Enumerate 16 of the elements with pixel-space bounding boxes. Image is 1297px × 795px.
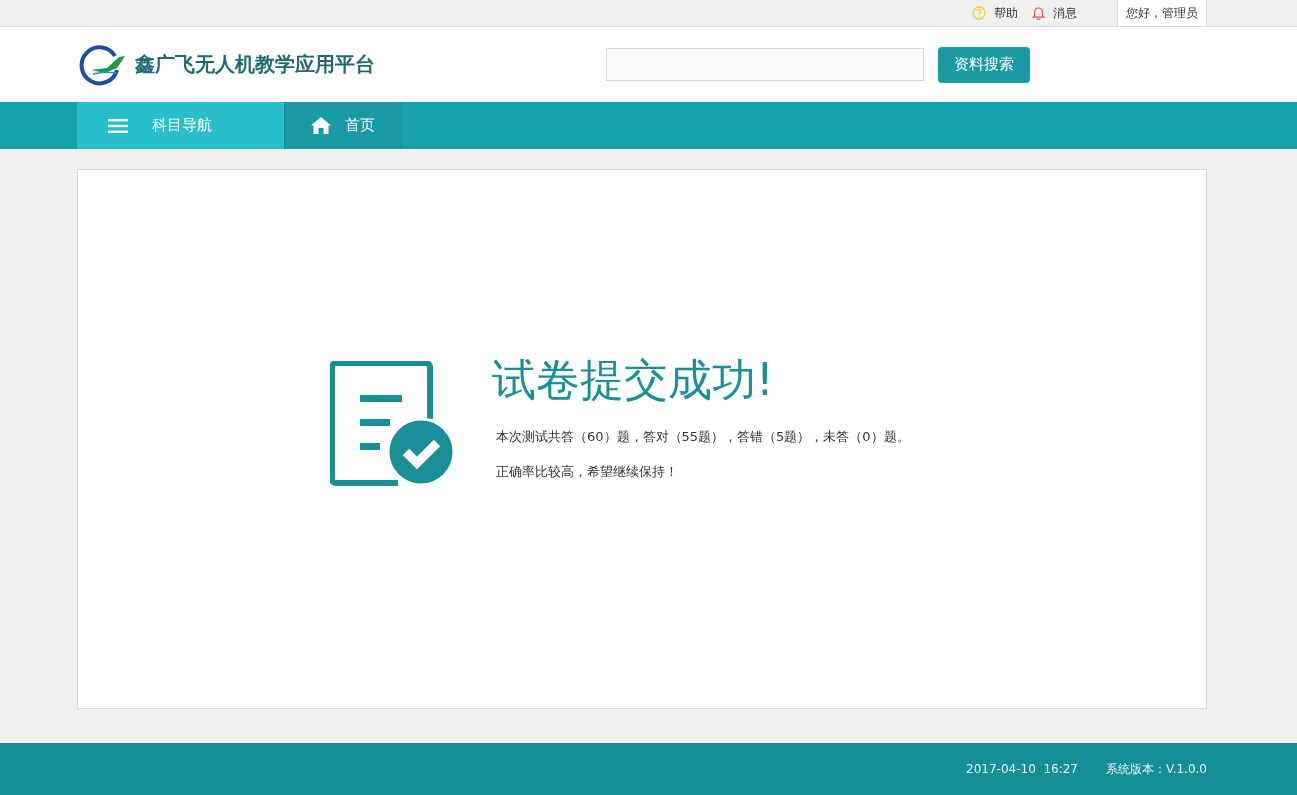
result-comment: 正确率比较高，希望继续保持！ <box>496 462 679 481</box>
footer-version: 系统版本：V.1.0.0 <box>1106 760 1207 778</box>
platform-title: 鑫广飞无人机教学应用平台 <box>135 51 375 78</box>
help-link[interactable]: 帮助 <box>972 4 1018 22</box>
result-summary: 本次测试共答（60）题，答对（55题），答错（5题），未答（0）题。 <box>496 427 910 446</box>
search-field[interactable] <box>606 48 924 81</box>
footer-datetime: 2017-04-10 16:27 <box>966 762 1078 776</box>
home-icon <box>311 117 331 134</box>
logo-icon <box>77 43 127 86</box>
bell-icon <box>1032 6 1045 20</box>
messages-link[interactable]: 消息 <box>1032 4 1077 22</box>
question-circle-icon <box>972 6 986 20</box>
document-check-icon <box>330 360 456 487</box>
menu-icon <box>108 118 128 133</box>
user-greeting[interactable]: 您好，管理员 <box>1117 0 1207 26</box>
result-title: 试卷提交成功! <box>492 352 775 407</box>
